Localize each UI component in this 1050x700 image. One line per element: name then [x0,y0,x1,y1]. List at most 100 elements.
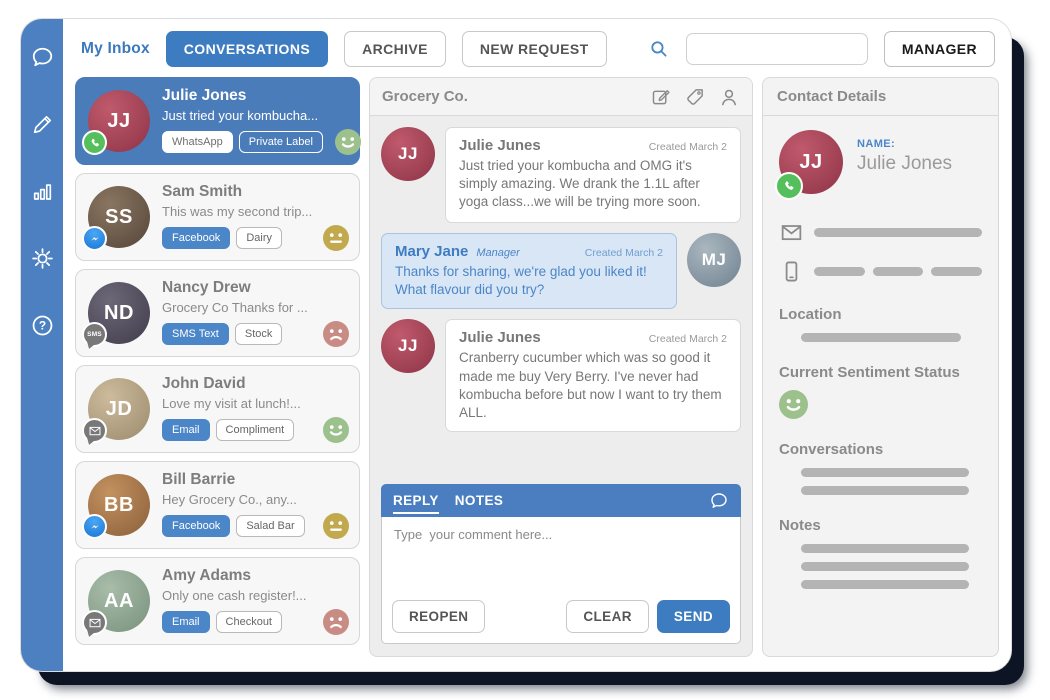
badge-row: WhatsApp Private Label [162,129,349,155]
message-bubble: Julie Junes Created March 2 Cranberry cu… [445,319,741,433]
settings-icon[interactable] [30,246,55,271]
panels: JJ Julie Jones Just tried your kombucha.… [75,77,999,657]
placeholder-bar [801,468,969,477]
placeholder-bar [801,333,961,342]
comment-input[interactable] [382,517,740,587]
message-preview: Hey Grocery Co., any... [162,492,297,507]
contact-details-header: Contact Details [763,78,998,116]
thread-panel: Grocery Co. JJ Julie Junes Created March… [369,77,753,657]
notes-label: Notes [779,517,821,534]
avatar: JJ [381,127,435,181]
badge-row: Facebook Salad Bar [162,513,349,539]
channel-badge: Email [162,611,210,633]
conversation-item-body: Bill Barrie Hey Grocery Co., any... Face… [162,471,349,539]
contact-profile: JJ NAME: Julie Jones [775,130,982,200]
search-icon[interactable] [648,38,670,60]
conversation-item-nancy-drew[interactable]: ND SMS Nancy Drew Grocery Co Thanks for … [75,269,360,357]
manager-button[interactable]: MANAGER [883,31,995,67]
email-icon [82,418,107,447]
analytics-icon[interactable] [30,179,55,204]
message-customer: JJ Julie Junes Created March 2 Cranberry… [381,319,741,433]
conversations-label: Conversations [779,441,884,458]
chat-icon[interactable] [30,45,55,70]
message-preview: This was my second trip... [162,204,313,219]
conversation-item-body: Amy Adams Only one cash register!... Ema… [162,567,349,635]
help-icon[interactable] [30,313,55,338]
messenger-icon [82,514,107,539]
avatar-wrap: JJ [775,130,843,200]
compose-message-icon[interactable] [650,86,672,108]
placeholder-bar [814,228,982,237]
conversation-item-body: Sam Smith This was my second trip... Fac… [162,183,349,251]
clear-button[interactable]: CLEAR [566,600,649,633]
conversation-item-bill-barrie[interactable]: BB Bill Barrie Hey Grocery Co., any... F… [75,461,360,549]
contact-name-block: NAME: Julie Jones [857,130,952,175]
chat-bubble-icon[interactable] [709,491,729,511]
reply-actions: REOPEN CLEAR SEND [392,600,730,633]
avatar-wrap: BB [82,474,150,539]
conversation-item-amy-adams[interactable]: AA Amy Adams Only one cash register!... … [75,557,360,645]
tag-badge: Private Label [238,131,323,153]
sentiment-neutral-icon [323,225,349,251]
mobile-icon [779,259,804,284]
avatar-wrap: JJ [82,90,150,155]
envelope-icon [779,220,804,245]
app-stage: My Inbox CONVERSATIONS ARCHIVE NEW REQUE… [0,0,1050,700]
sentiment-sad-icon [323,609,349,635]
conversation-item-body: John David Love my visit at lunch!... Em… [162,375,349,443]
conversation-item-julie-jones[interactable]: JJ Julie Jones Just tried your kombucha.… [75,77,360,165]
reply-header: REPLY NOTES [381,484,741,517]
search-input[interactable] [685,33,868,65]
sentiment-happy-icon [323,417,349,443]
placeholder-bar [801,562,969,571]
badge-row: Facebook Dairy [162,225,349,251]
channel-badge: WhatsApp [162,131,233,153]
tab-reply[interactable]: REPLY [393,487,439,514]
whatsapp-icon [775,172,803,200]
placeholder-bar [872,267,924,276]
conversation-item-sam-smith[interactable]: SS Sam Smith This was my second trip... … [75,173,360,261]
tab-notes[interactable]: NOTES [455,487,504,514]
message-customer: JJ Julie Junes Created March 2 Just trie… [381,127,741,223]
location-bars [779,333,982,342]
tag-icon[interactable] [684,86,706,108]
avatar: JJ [381,319,435,374]
whatsapp-icon [82,130,107,155]
conversation-item-body: Nancy Drew Grocery Co Thanks for ... SMS… [162,279,349,347]
message-timestamp: Created March 2 [648,141,727,153]
message-agent: Mary Jane Manager Created March 2 Thanks… [381,233,741,310]
sentiment-sad-icon [323,321,349,347]
reopen-button[interactable]: REOPEN [392,600,486,633]
message-author: Julie Junes [459,137,541,154]
archive-tab[interactable]: ARCHIVE [344,31,446,67]
messenger-icon [82,226,107,251]
contact-details-title: Contact Details [777,88,887,105]
badge-row: Email Checkout [162,609,349,635]
conversations-tab[interactable]: CONVERSATIONS [165,31,329,67]
contact-name: Julie Jones [857,153,953,174]
channel-badge: Facebook [162,227,231,249]
placeholder-bar [801,486,969,495]
new-request-tab[interactable]: NEW REQUEST [461,31,607,67]
send-button[interactable]: SEND [656,600,730,633]
message-preview: Just tried your kombucha... [162,108,319,123]
placeholder-bar [801,544,969,553]
badge-row: SMS Text Stock [162,321,349,347]
assign-person-icon[interactable] [718,86,740,108]
conversation-item-john-david[interactable]: JD John David Love my visit at lunch!...… [75,365,360,453]
compose-icon[interactable] [30,112,55,137]
message-author: Mary Jane [395,243,469,260]
conversation-list: JJ Julie Jones Just tried your kombucha.… [75,77,360,657]
phone-row [779,259,983,284]
email-row [779,220,982,245]
avatar-wrap: AA [82,570,150,639]
message-bubble: Julie Junes Created March 2 Just tried y… [445,127,741,223]
avatar-wrap: SS [82,186,150,251]
location-label: Location [779,306,842,323]
avatar: MJ [687,233,741,287]
message-list: JJ Julie Junes Created March 2 Just trie… [370,116,752,474]
sentiment-happy-icon [779,390,808,419]
channel-badge: Facebook [162,515,231,537]
contact-details-body: JJ NAME: Julie Jones Location Current Se… [763,116,998,603]
placeholder-bar [814,267,865,276]
